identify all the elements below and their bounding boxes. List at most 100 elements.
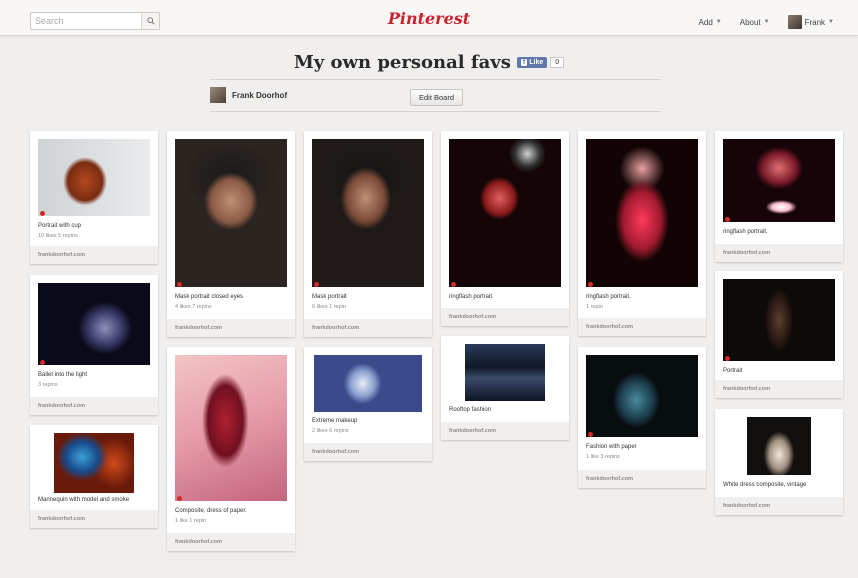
owner-name: Frank Doorhof (232, 90, 288, 100)
pin-badge (451, 282, 456, 287)
pin-card[interactable]: Mask portrait 6 likes 1 repin frankdoorh… (304, 131, 432, 337)
pinterest-logo[interactable]: Pinterest (388, 9, 470, 28)
board-title: My own personal favs (293, 52, 511, 73)
pin-card[interactable]: ringflash portrait. frankdoorhof.com (441, 131, 569, 326)
pin-image[interactable] (586, 355, 698, 437)
pin-image[interactable] (586, 139, 698, 287)
pin-image[interactable] (54, 433, 134, 493)
chevron-down-icon: ▼ (715, 19, 722, 25)
edit-board-button[interactable]: Edit Board (410, 89, 464, 106)
pin-image[interactable] (38, 139, 150, 216)
pin-image[interactable] (449, 139, 561, 287)
divider (210, 79, 660, 80)
pin-card[interactable]: Extreme makeup 2 likes 6 repins frankdoo… (304, 347, 432, 461)
board-owner[interactable]: Frank Doorhof (210, 87, 287, 103)
pin-card[interactable]: White dress composite, vintage frankdoor… (715, 409, 843, 515)
pin-stats: 1 like 1 repin (175, 518, 207, 524)
facebook-icon: f (520, 59, 528, 66)
pin-image[interactable] (314, 355, 422, 412)
pin-image[interactable] (312, 139, 424, 287)
pin-source[interactable]: frankdoorhof.com (30, 397, 158, 415)
pin-source[interactable]: frankdoorhof.com (167, 533, 295, 551)
pin-caption: Mannequin with model and smoke (38, 497, 130, 503)
pin-source[interactable]: frankdoorhof.com (578, 318, 706, 336)
pin-caption: White dress composite, vintage (723, 482, 807, 488)
about-label: About (739, 17, 761, 27)
pin-image[interactable] (38, 283, 150, 365)
pin-card[interactable]: Ballet into the light 3 repins frankdoor… (30, 275, 158, 415)
pin-stats: 1 repin (586, 304, 603, 310)
pin-card[interactable]: Mask portrait closed eyes 4 likes 7 repi… (167, 131, 295, 337)
pin-badge (177, 282, 182, 287)
pin-caption: Mask portrait (312, 294, 347, 300)
pin-image[interactable] (723, 139, 835, 222)
pin-badge (40, 211, 45, 216)
user-menu[interactable]: Frank ▼ (787, 15, 834, 29)
pin-caption: Extreme makeup (312, 418, 358, 424)
pin-badge (588, 282, 593, 287)
chevron-down-icon: ▼ (828, 19, 834, 25)
user-name: Frank (804, 17, 826, 27)
pin-source[interactable]: frankdoorhof.com (578, 470, 706, 488)
pin-source[interactable]: frankdoorhof.com (715, 497, 843, 515)
pin-image[interactable] (723, 279, 835, 361)
add-menu[interactable]: Add ▼ (699, 18, 722, 27)
like-count: 0 (550, 57, 565, 68)
pin-card[interactable]: Portrait with cup 10 likes 5 repins fran… (30, 131, 158, 264)
pin-card[interactable]: Portrait frankdoorhof.com (715, 271, 843, 398)
divider (210, 111, 660, 112)
pin-caption: Portrait with cup (38, 223, 82, 229)
pin-card[interactable]: Fashion with paper 1 like 3 repins frank… (578, 347, 706, 488)
pin-source[interactable]: frankdoorhof.com (30, 510, 158, 528)
pin-card[interactable]: Rooftop fashion frankdoorhof.com (441, 336, 569, 440)
search-button[interactable] (141, 13, 159, 29)
pin-badge (177, 496, 182, 501)
pin-source[interactable]: frankdoorhof.com (441, 422, 569, 440)
pin-image[interactable] (747, 417, 811, 475)
search-icon (146, 17, 155, 25)
facebook-like-label: Like (529, 59, 544, 66)
pin-image[interactable] (175, 139, 287, 287)
pin-source[interactable]: frankdoorhof.com (441, 308, 569, 326)
pin-source[interactable]: frankdoorhof.com (304, 319, 432, 337)
owner-avatar (210, 87, 226, 103)
pin-caption: ringflash portrait. (586, 294, 631, 300)
pin-stats: 6 likes 1 repin (312, 304, 346, 310)
pin-source[interactable]: frankdoorhof.com (304, 443, 432, 461)
facebook-like-button[interactable]: f Like (516, 57, 548, 68)
pin-caption: Portrait (723, 368, 743, 374)
facebook-like: f Like 0 (516, 57, 565, 68)
pin-card[interactable]: Composite, dress of paper. 1 like 1 repi… (167, 347, 295, 551)
pin-image[interactable] (175, 355, 287, 501)
pin-source[interactable]: frankdoorhof.com (167, 319, 295, 337)
pin-card[interactable]: ringflash portrait. 1 repin frankdoorhof… (578, 131, 706, 336)
pin-caption: ringflash portrait. (723, 229, 768, 235)
pin-stats: 10 likes 5 repins (38, 233, 78, 239)
pin-badge (725, 356, 730, 361)
pin-card[interactable]: Mannequin with model and smoke frankdoor… (30, 425, 158, 528)
pin-image[interactable] (465, 344, 545, 401)
search-input[interactable] (31, 13, 141, 29)
pin-caption: Ballet into the light (38, 372, 88, 378)
pin-source[interactable]: frankdoorhof.com (715, 244, 843, 262)
pin-stats: 3 repins (38, 382, 58, 388)
user-avatar (787, 15, 802, 29)
pin-caption: Composite, dress of paper. (175, 508, 247, 514)
pin-source[interactable]: frankdoorhof.com (715, 380, 843, 398)
pin-source[interactable]: frankdoorhof.com (30, 246, 158, 264)
add-label: Add (698, 17, 713, 27)
chevron-down-icon: ▼ (763, 19, 770, 25)
pin-stats: 4 likes 7 repins (175, 304, 212, 310)
pin-caption: ringflash portrait. (449, 294, 494, 300)
top-nav: Add ▼ About ▼ Frank ▼ (699, 15, 834, 29)
about-menu[interactable]: About ▼ (740, 18, 770, 27)
search-box (30, 12, 160, 30)
pin-badge (314, 282, 319, 287)
pin-card[interactable]: ringflash portrait. frankdoorhof.com (715, 131, 843, 262)
pin-badge (40, 360, 45, 365)
board-header: My own personal favs f Like 0 (0, 52, 858, 73)
pin-stats: 2 likes 6 repins (312, 428, 349, 434)
pin-badge (588, 432, 593, 437)
pin-badge (725, 217, 730, 222)
pin-caption: Fashion with paper (586, 444, 637, 450)
